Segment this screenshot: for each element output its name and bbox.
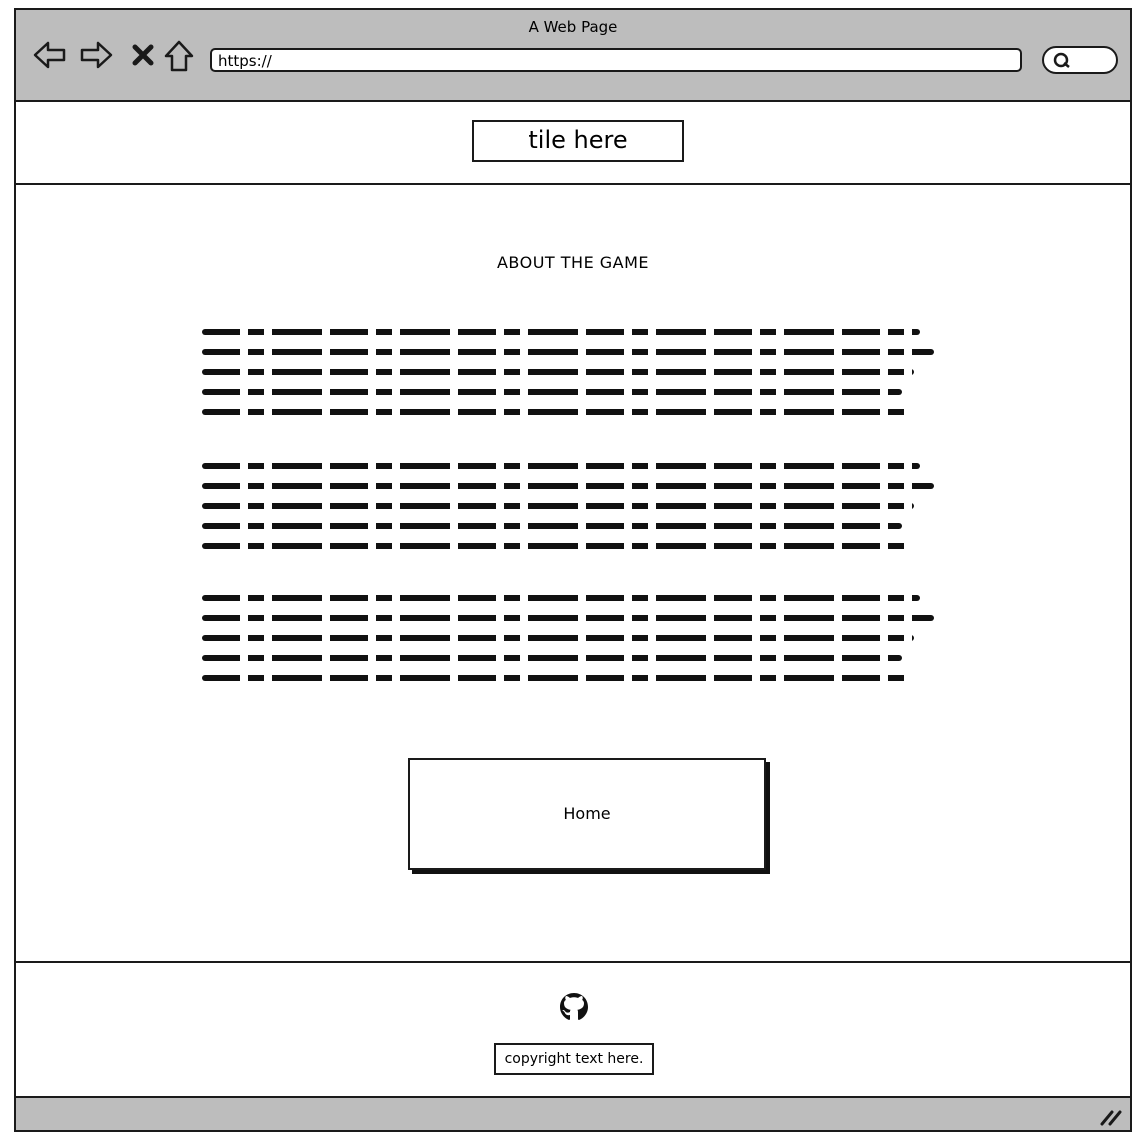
back-arrow-icon[interactable] bbox=[32, 38, 68, 72]
forward-arrow-icon[interactable] bbox=[78, 38, 114, 72]
page-header: tile here bbox=[16, 102, 1130, 185]
copyright-text: copyright text here. bbox=[494, 1043, 654, 1075]
page-footer: copyright text here. bbox=[16, 961, 1130, 1098]
section-heading: ABOUT THE GAME bbox=[496, 253, 650, 272]
github-icon[interactable] bbox=[558, 991, 590, 1023]
browser-chrome: A Web Page https:// bbox=[16, 10, 1130, 102]
placeholder-paragraph bbox=[202, 463, 942, 563]
search-field[interactable] bbox=[1042, 46, 1118, 74]
home-button[interactable]: Home bbox=[408, 758, 766, 870]
url-bar[interactable]: https:// bbox=[210, 48, 1022, 72]
main-content: ABOUT THE GAME Home bbox=[16, 185, 1130, 961]
window-title: A Web Page bbox=[528, 18, 618, 36]
search-icon bbox=[1053, 52, 1070, 68]
home-icon[interactable] bbox=[162, 38, 196, 74]
resize-handle-icon[interactable] bbox=[1098, 1106, 1122, 1126]
stop-icon[interactable] bbox=[130, 38, 156, 72]
browser-window: A Web Page https:// tile here ABOUT THE … bbox=[14, 8, 1132, 1132]
status-bar bbox=[16, 1096, 1130, 1130]
placeholder-paragraph bbox=[202, 595, 942, 695]
placeholder-paragraph bbox=[202, 329, 942, 429]
page-title: tile here bbox=[472, 120, 684, 162]
